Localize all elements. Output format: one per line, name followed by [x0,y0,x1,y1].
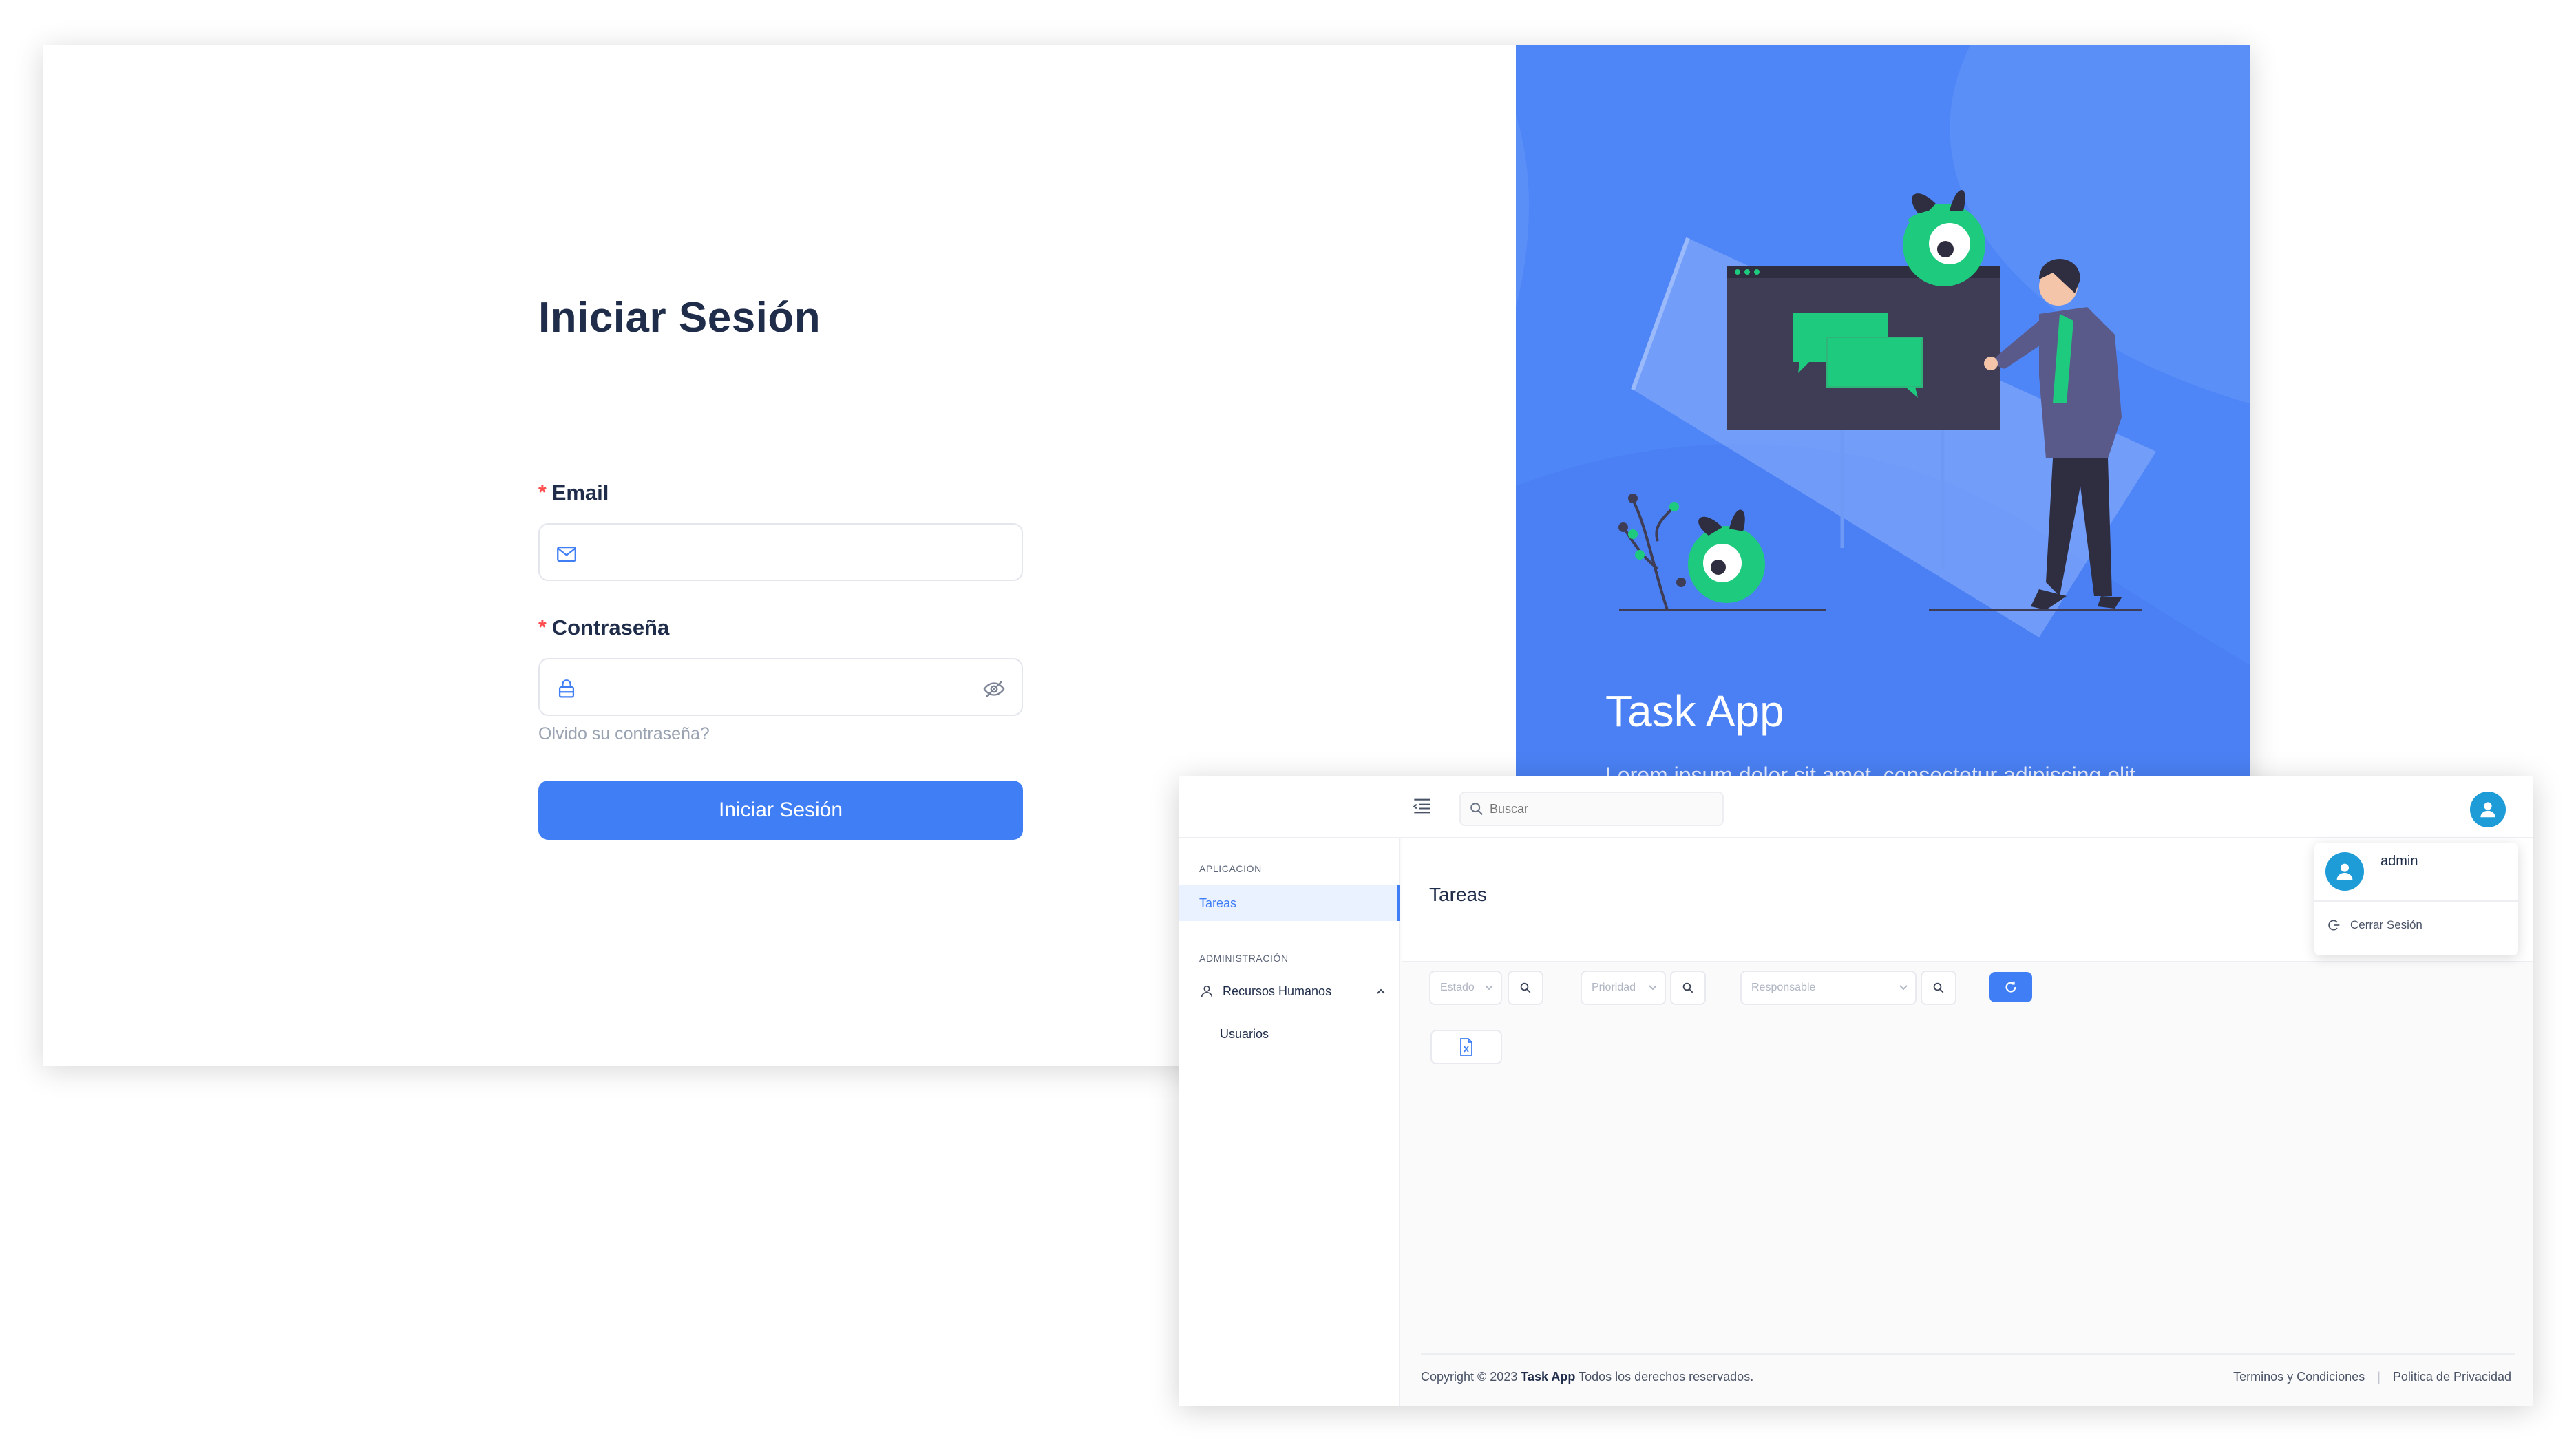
prioridad-placeholder: Prioridad [1592,982,1636,993]
user-dropdown: admin Cerrar Sesión [2314,843,2518,955]
hero-title: Task App [1605,686,1784,736]
estado-search-button[interactable] [1508,971,1543,1005]
required-mark: * [538,481,547,504]
password-label-text: Contraseña [551,615,670,639]
responsable-placeholder: Responsable [1751,982,1816,993]
sidebar-item-hr[interactable]: Recursos Humanos [1179,973,1400,1009]
privacy-link[interactable]: Politica de Privacidad [2393,1370,2511,1384]
person-icon [1201,985,1213,997]
footer-copyright: Copyright © 2023 Task App Todos los dere… [1421,1370,1753,1384]
refresh-icon [2005,981,2016,993]
email-label: * Email [538,480,609,505]
user-avatar[interactable] [2470,792,2506,827]
search-icon [1470,803,1483,815]
footer-separator: | [2377,1370,2380,1384]
login-form: Iniciar Sesión * Email * Contraseña Olvi… [538,293,1037,840]
prioridad-search-button[interactable] [1670,971,1706,1005]
excel-file-icon [1460,1038,1472,1056]
logout-icon [2328,920,2340,931]
page-title: Tareas [1429,884,1488,905]
search-icon [1682,982,1693,993]
login-title: Iniciar Sesión [538,294,821,341]
search-input[interactable] [1490,801,1710,816]
chevron-down-icon [1485,985,1493,991]
search-box[interactable] [1459,792,1724,826]
user-icon [2480,802,2495,818]
copyright-prefix: Copyright © 2023 [1421,1370,1518,1384]
search-icon [1520,982,1531,993]
footer-divider [1421,1353,2515,1355]
lock-icon [558,679,575,698]
footer-links: Terminos y Condiciones | Politica de Pri… [2233,1370,2511,1384]
estado-select[interactable]: Estado [1429,971,1502,1005]
sidebar-section-admin: ADMINISTRACIÓN [1199,953,1289,964]
chevron-down-icon [1649,985,1657,991]
dropdown-avatar [2325,852,2364,891]
required-mark: * [538,616,547,639]
password-field[interactable] [538,658,1023,716]
footer-brand: Task App [1521,1370,1576,1384]
admin-window: APLICACION Tareas ADMINISTRACIÓN Recurso… [1179,776,2533,1406]
responsable-search-button[interactable] [1921,971,1956,1005]
email-label-text: Email [551,480,609,505]
chevron-down-icon [1899,985,1908,991]
chevron-up-icon [1377,988,1385,994]
eye-off-icon[interactable] [982,677,1006,701]
sidebar: APLICACION Tareas ADMINISTRACIÓN Recurso… [1179,838,1400,1406]
search-icon [1933,982,1944,993]
logout-item[interactable]: Cerrar Sesión [2327,918,2422,932]
logout-label: Cerrar Sesión [2350,918,2422,931]
menu-collapse-icon[interactable] [1413,797,1432,815]
refresh-button[interactable] [1989,972,2032,1002]
export-excel-button[interactable] [1430,1030,1502,1064]
responsable-select[interactable]: Responsable [1740,971,1917,1005]
forgot-password-link[interactable]: Olvido su contraseña? [538,724,710,744]
prioridad-select[interactable]: Prioridad [1581,971,1666,1005]
copyright-suffix: Todos los derechos reservados. [1579,1370,1754,1384]
login-button[interactable]: Iniciar Sesión [538,781,1023,840]
mail-icon [557,546,576,562]
topbar [1179,776,2533,838]
estado-placeholder: Estado [1440,982,1475,993]
email-field[interactable] [538,523,1023,581]
sidebar-item-label: Recursos Humanos [1223,984,1332,998]
user-name: admin [2380,854,2418,869]
user-icon [2336,863,2353,880]
terms-link[interactable]: Terminos y Condiciones [2233,1370,2365,1384]
sidebar-item-users[interactable]: Usuarios [1179,1016,1400,1052]
sidebar-item-label: Tareas [1199,896,1237,910]
sidebar-item-label: Usuarios [1220,1026,1269,1041]
password-label: * Contraseña [538,615,669,640]
sidebar-section-app: APLICACION [1199,863,1262,874]
sidebar-item-tasks[interactable]: Tareas [1179,885,1400,921]
dropdown-divider [2314,900,2518,902]
